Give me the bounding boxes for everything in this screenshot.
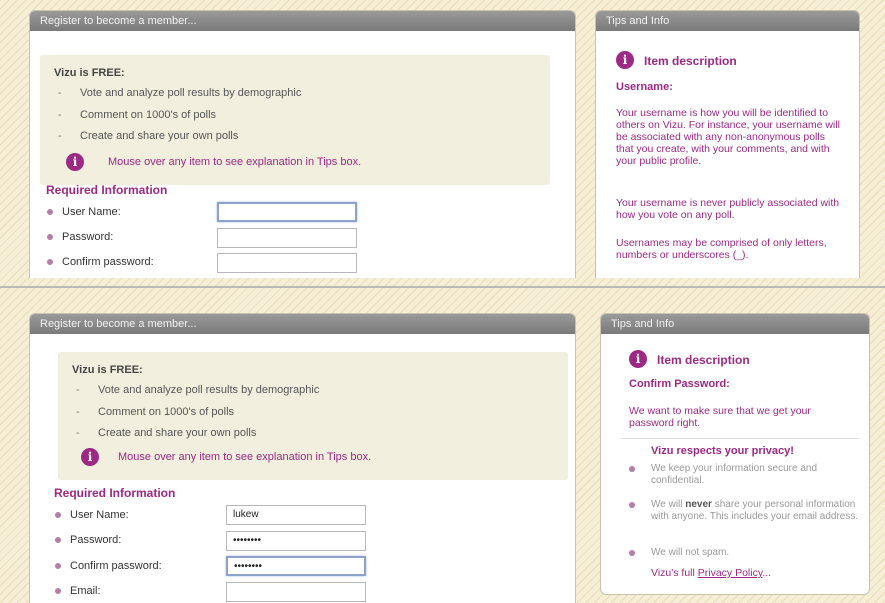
tips-panel: Tips and Info i Item description Usernam…: [595, 10, 860, 278]
bullet-dot-icon: [55, 537, 61, 543]
required-information-title: Required Information: [46, 183, 168, 197]
tips-paragraph: Your username is never publicly associat…: [616, 197, 840, 221]
registration-panel-header: Register to become a member...: [30, 314, 575, 334]
privacy-heading: Vizu respects your privacy!: [651, 445, 794, 457]
username-input[interactable]: [217, 202, 357, 222]
bullet-dot-icon: [629, 466, 635, 472]
tips-paragraph: Usernames may be comprised of only lette…: [616, 237, 827, 261]
username-label: User Name:: [62, 206, 121, 218]
password-label: Password:: [70, 534, 122, 546]
bullet-dot-icon: [47, 259, 53, 265]
info-circle-icon: i: [81, 448, 99, 466]
email-label: Email:: [70, 585, 101, 597]
screenshot-username-focus: Register to become a member... Vizu is F…: [0, 0, 885, 278]
privacy-item: We will never share your personal inform…: [651, 499, 859, 522]
info-circle-icon: i: [629, 350, 647, 368]
privacy-item: We keep your information secure and conf…: [651, 463, 818, 486]
bullet-dot-icon: [55, 588, 61, 594]
registration-panel-header: Register to become a member...: [30, 11, 575, 31]
free-title: Vizu is FREE:: [72, 364, 143, 376]
free-features-box: Vizu is FREE: - Vote and analyze poll res…: [40, 55, 550, 185]
free-feature-item: - Create and share your own polls: [76, 427, 257, 439]
bullet-dot-icon: [55, 512, 61, 518]
item-description-title: Item description: [644, 54, 737, 68]
tips-panel-header: Tips and Info: [596, 11, 859, 31]
info-circle-icon: i: [66, 153, 84, 171]
confirm-password-label: Confirm password:: [62, 256, 154, 268]
tips-heading: Confirm Password:: [629, 378, 730, 390]
free-feature-item: - Create and share your own polls: [58, 130, 239, 142]
info-circle-icon: i: [616, 51, 634, 69]
required-information-title: Required Information: [54, 486, 176, 500]
free-feature-item: - Vote and analyze poll results by demogr…: [76, 384, 320, 396]
item-description-title: Item description: [657, 353, 750, 367]
confirm-password-input[interactable]: ••••••••: [226, 556, 366, 576]
mouse-over-hint: Mouse over any item to see explanation i…: [108, 156, 362, 168]
privacy-policy-line: Vizu's full Privacy Policy...: [651, 567, 772, 579]
tips-paragraph: Your username is how you will be identif…: [616, 107, 840, 167]
tips-paragraph: We want to make sure that we get your pa…: [629, 405, 811, 429]
password-input[interactable]: [217, 228, 357, 248]
password-input[interactable]: ••••••••: [226, 531, 366, 551]
bullet-dot-icon: [55, 563, 61, 569]
registration-panel: Register to become a member... Vizu is F…: [29, 10, 576, 278]
registration-panel: Register to become a member... Vizu is F…: [29, 313, 576, 603]
bullet-dot-icon: [629, 502, 635, 508]
confirm-password-input[interactable]: [217, 253, 357, 273]
password-label: Password:: [62, 231, 114, 243]
email-input[interactable]: [226, 582, 366, 602]
tips-separator: [621, 438, 859, 439]
confirm-password-label: Confirm password:: [70, 560, 162, 572]
free-feature-item: - Comment on 1000's of polls: [76, 406, 235, 418]
free-feature-item: - Vote and analyze poll results by demogr…: [58, 87, 302, 99]
tips-panel: Tips and Info i Item description Confirm…: [600, 313, 870, 595]
tips-heading: Username:: [616, 81, 673, 93]
privacy-policy-link[interactable]: Privacy Policy: [698, 567, 763, 579]
free-title: Vizu is FREE:: [54, 67, 125, 79]
privacy-item: We will not spam.: [651, 547, 730, 558]
screenshot-divider: [0, 286, 885, 288]
free-feature-item: - Comment on 1000's of polls: [58, 109, 217, 121]
bullet-dot-icon: [47, 209, 53, 215]
tips-panel-header: Tips and Info: [601, 314, 869, 334]
username-input[interactable]: lukew: [226, 505, 366, 525]
bullet-dot-icon: [629, 550, 635, 556]
bullet-dot-icon: [47, 234, 53, 240]
username-label: User Name:: [70, 509, 129, 521]
mouse-over-hint: Mouse over any item to see explanation i…: [118, 451, 372, 463]
free-features-box: Vizu is FREE: - Vote and analyze poll res…: [58, 352, 568, 480]
screenshot-confirm-focus: Register to become a member... Vizu is F…: [0, 300, 885, 603]
